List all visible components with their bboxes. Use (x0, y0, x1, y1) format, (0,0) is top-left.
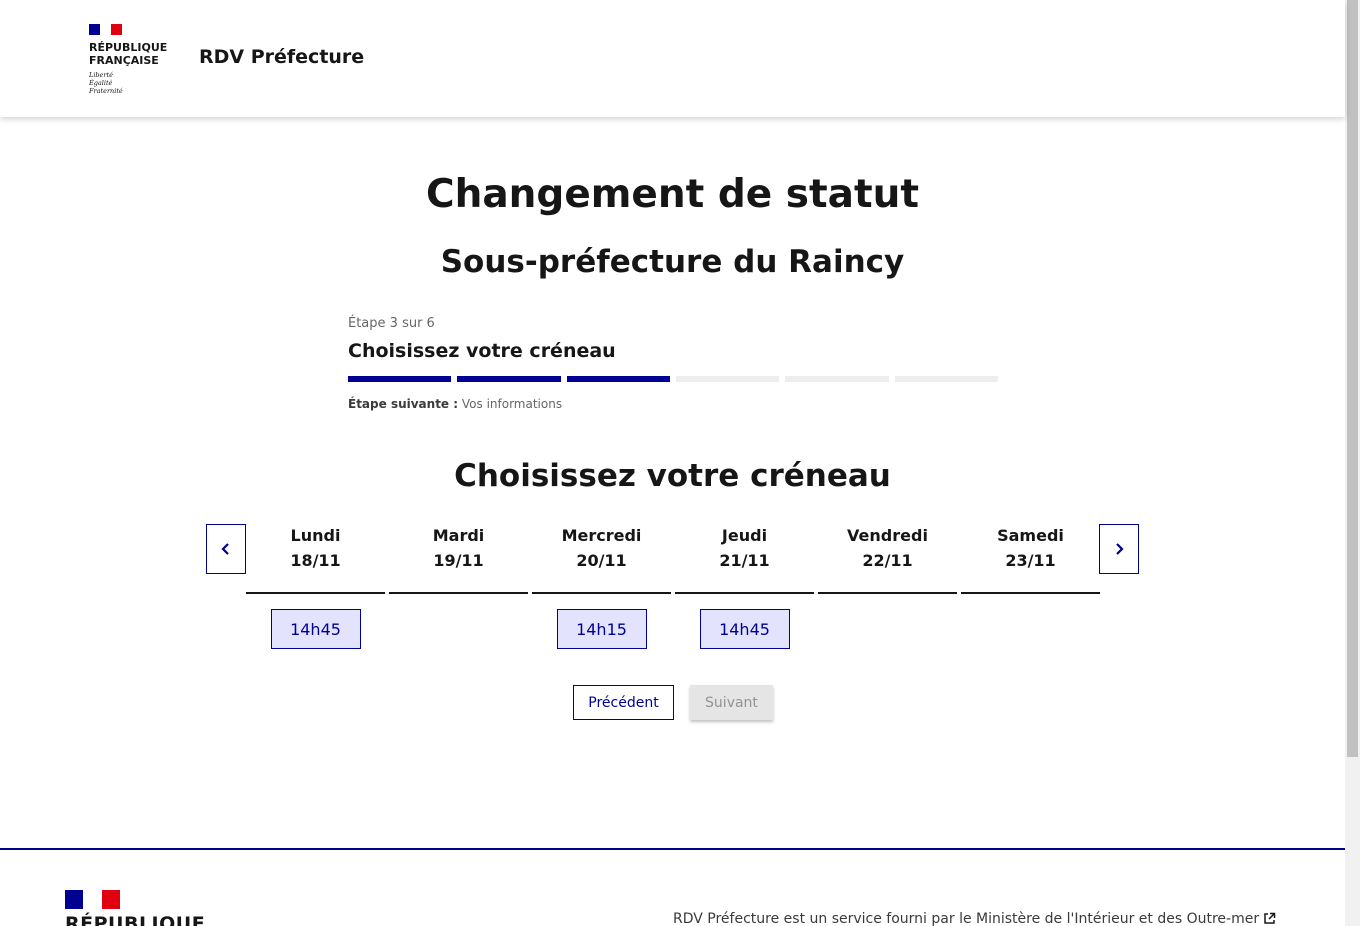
stepper-next-label: Étape suivante : (348, 397, 459, 411)
chevron-right-icon (1116, 543, 1124, 555)
day-header: Samedi 23/11 (961, 524, 1100, 594)
day-slots: 14h45 (675, 594, 814, 649)
stepper-segment (675, 376, 780, 382)
day-column: Lundi 18/11 14h45 (246, 524, 385, 649)
footer-logo[interactable]: RÉPUBLIQUE (65, 890, 205, 926)
logo-title-line2: FRANÇAISE (89, 54, 159, 67)
calendar-days: Lundi 18/11 14h45 Mardi 19/11 Mercredi 20/11 14… (246, 524, 1100, 649)
previous-week-button[interactable] (206, 524, 246, 574)
stepper-segment (894, 376, 998, 382)
chevron-left-icon (221, 543, 229, 555)
day-column: Mardi 19/11 (389, 524, 528, 649)
time-slot-button[interactable]: 14h15 (556, 609, 647, 649)
day-name: Mardi (432, 526, 485, 545)
stepper-segment (348, 376, 452, 382)
day-header: Lundi 18/11 (246, 524, 385, 594)
footer-service-link[interactable]: RDV Préfecture est un service fourni par… (673, 911, 1259, 926)
previous-button[interactable]: Précédent (573, 685, 674, 720)
footer-flag-icon (65, 890, 120, 909)
stepper-title: Choisissez votre créneau (348, 340, 616, 362)
stepper-state: Étape 3 sur 6 (348, 316, 435, 331)
logo-title-line1: RÉPUBLIQUE (89, 41, 168, 54)
external-link-icon (1264, 912, 1276, 924)
motto-line2: Égalité (89, 79, 113, 87)
day-name: Lundi (290, 526, 341, 545)
day-header: Mercredi 20/11 (532, 524, 671, 594)
time-slot-button[interactable]: 14h45 (699, 609, 790, 649)
page-title: Changement de statut (425, 172, 920, 217)
day-name: Mercredi (561, 526, 642, 545)
day-header: Mardi 19/11 (389, 524, 528, 594)
day-slots: 14h45 (246, 594, 385, 649)
day-date: 21/11 (719, 551, 770, 570)
marianne-flag-icon (89, 24, 122, 35)
logo-title: RÉPUBLIQUE FRANÇAISE (89, 41, 179, 67)
stepper-segment (785, 376, 889, 382)
day-column: Vendredi 22/11 (818, 524, 957, 649)
next-button[interactable]: Suivant (690, 685, 773, 720)
day-slots (818, 594, 957, 609)
stepper-progress (348, 376, 998, 382)
day-slots: 14h15 (532, 594, 671, 649)
service-title[interactable]: RDV Préfecture (199, 46, 364, 68)
scrollbar-thumb[interactable] (1347, 0, 1358, 757)
motto-line3: Fraternité (89, 87, 123, 95)
day-name: Vendredi (847, 526, 928, 545)
stepper-segment (457, 376, 561, 382)
footer-service-text[interactable]: RDV Préfecture est un service fourni par… (673, 911, 1276, 926)
day-date: 22/11 (862, 551, 913, 570)
stepper-next-step: Étape suivante : Vos informations (348, 397, 998, 411)
day-column: Jeudi 21/11 14h45 (675, 524, 814, 649)
day-slots (961, 594, 1100, 609)
motto-line1: Liberté (89, 71, 113, 79)
stepper-segment (566, 376, 670, 382)
logo-motto: Liberté Égalité Fraternité (89, 71, 179, 95)
next-week-button[interactable] (1099, 524, 1139, 574)
day-date: 23/11 (1005, 551, 1056, 570)
day-name: Jeudi (721, 526, 768, 545)
stepper-next-value: Vos informations (461, 397, 563, 411)
stepper: Étape 3 sur 6 Choisissez votre créneau É… (348, 316, 998, 411)
day-header: Jeudi 21/11 (675, 524, 814, 594)
page-subtitle: Sous-préfecture du Raincy (440, 244, 905, 280)
time-slot-button[interactable]: 14h45 (270, 609, 361, 649)
day-column: Samedi 23/11 (961, 524, 1100, 649)
section-title: Choisissez votre créneau (454, 458, 891, 494)
day-column: Mercredi 20/11 14h15 (532, 524, 671, 649)
republique-francaise-logo[interactable]: RÉPUBLIQUE FRANÇAISE Liberté Égalité Fra… (89, 24, 179, 95)
footer-logo-title: RÉPUBLIQUE (65, 913, 206, 926)
site-header: RÉPUBLIQUE FRANÇAISE Liberté Égalité Fra… (0, 0, 1345, 117)
day-header: Vendredi 22/11 (818, 524, 957, 594)
day-date: 20/11 (576, 551, 627, 570)
site-footer: RÉPUBLIQUE RDV Préfecture est un service… (0, 848, 1345, 926)
day-slots (389, 594, 528, 609)
day-name: Samedi (997, 526, 1064, 545)
day-date: 18/11 (290, 551, 341, 570)
day-date: 19/11 (433, 551, 484, 570)
